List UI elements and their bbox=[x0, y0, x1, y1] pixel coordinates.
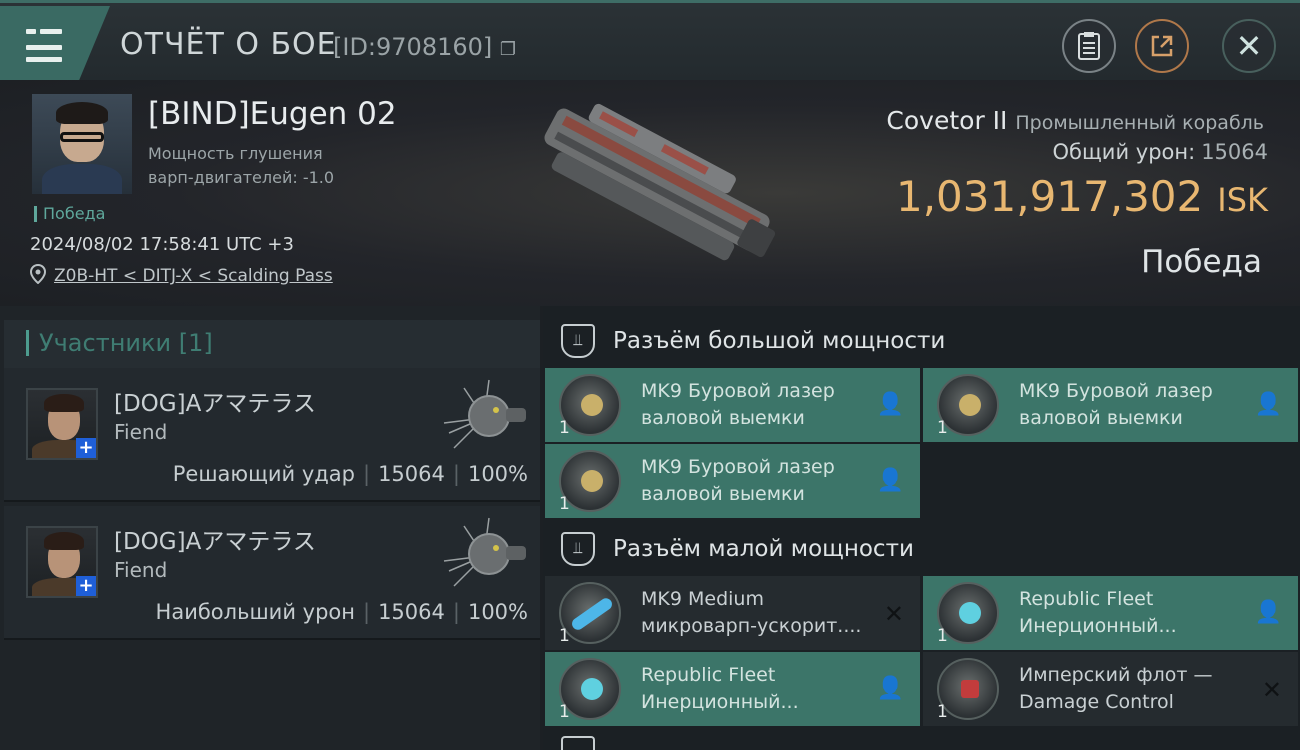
menu-button[interactable] bbox=[0, 6, 110, 80]
pilot-icon: 👤 bbox=[876, 676, 904, 701]
participants-header: Участники [1] bbox=[4, 320, 540, 370]
module-item[interactable]: 1 MK9 Буровой лазер валовой выемки 👤 bbox=[923, 368, 1298, 442]
participant-avatar[interactable]: + bbox=[26, 388, 98, 460]
participant-avatar[interactable]: + bbox=[26, 526, 98, 598]
module-item[interactable]: 1 Republic Fleet Инерционный... 👤 bbox=[545, 652, 920, 726]
module-item[interactable]: 1 MK9 Medium микроварп-ускорит.... ✕ bbox=[545, 576, 920, 650]
add-contact-icon[interactable]: + bbox=[76, 576, 96, 596]
participant-row[interactable]: + [DOG]Aアマテラス Fiend Наибольший урон | 1506… bbox=[4, 506, 540, 640]
participant-row[interactable]: + [DOG]Aアマテラス Fiend Решающий удар | 15064 |… bbox=[4, 368, 540, 502]
high-slot-icon: ⫫ bbox=[561, 324, 595, 358]
location-link[interactable]: Z0B-HT < DITJ-X < Scalding Pass bbox=[54, 266, 333, 286]
destroyed-icon: ✕ bbox=[883, 600, 904, 628]
add-contact-icon[interactable]: + bbox=[76, 438, 96, 458]
participant-name: [DOG]Aアマテラス bbox=[114, 391, 316, 417]
low-slot-header: ⫫ Разъём малой мощности bbox=[543, 520, 1300, 576]
pilot-icon: 👤 bbox=[1254, 392, 1282, 417]
participant-ship: Fiend bbox=[114, 558, 168, 582]
pilot-icon: 👤 bbox=[876, 468, 904, 493]
pilot-icon: 👤 bbox=[1254, 600, 1282, 625]
drone-ship-icon bbox=[443, 379, 526, 449]
module-item[interactable]: 1 Имперский флот — Damage Control ✕ bbox=[923, 652, 1298, 726]
low-slot-icon: ⫫ bbox=[561, 532, 595, 566]
ship-image bbox=[544, 103, 776, 261]
destroyed-icon: ✕ bbox=[1261, 676, 1282, 704]
top-bar: ОТЧЁТ О БОЕ [ID:9708160] ❐ ✕ bbox=[0, 0, 1300, 80]
page-title: ОТЧЁТ О БОЕ bbox=[120, 27, 337, 62]
module-item[interactable]: 1 Republic Fleet Инерционный... 👤 bbox=[923, 576, 1298, 650]
participant-ship: Fiend bbox=[114, 420, 168, 444]
victim-summary: [BIND]Eugen 02 Мощность глушения варп-дв… bbox=[0, 80, 1300, 306]
location-pin-icon bbox=[29, 263, 47, 285]
battle-timestamp: 2024/08/02 17:58:41 UTC +3 bbox=[30, 234, 294, 255]
clipboard-icon[interactable] bbox=[1062, 19, 1116, 73]
participant-stats: Наибольший урон | 15064 | 100% bbox=[155, 600, 528, 624]
pilot-icon: 👤 bbox=[876, 392, 904, 417]
battle-outcome: Победа bbox=[1141, 244, 1262, 280]
victim-portrait[interactable] bbox=[32, 94, 132, 194]
drone-ship-icon bbox=[443, 517, 526, 587]
isk-value: 1,031,917,302 ISK bbox=[895, 172, 1268, 221]
menu-icon bbox=[26, 26, 62, 62]
battle-report-screen: ОТЧЁТ О БОЕ [ID:9708160] ❐ ✕ [BIND]Eugen… bbox=[0, 0, 1300, 750]
report-id[interactable]: [ID:9708160] ❐ bbox=[333, 33, 516, 61]
module-item[interactable]: 1 MK9 Буровой лазер валовой выемки 👤 bbox=[545, 444, 920, 518]
warp-scramble-stat: Мощность глушения варп-двигателей: -1.0 bbox=[148, 144, 335, 187]
ship-title[interactable]: Covetor II Промышленный корабль bbox=[886, 106, 1264, 135]
result-tag: Победа bbox=[34, 206, 105, 222]
next-slot-icon bbox=[561, 736, 595, 750]
module-item[interactable]: 1 MK9 Буровой лазер валовой выемки 👤 bbox=[545, 368, 920, 442]
total-damage: Общий урон: 15064 bbox=[1052, 140, 1268, 164]
close-icon[interactable]: ✕ bbox=[1222, 19, 1276, 73]
victim-name[interactable]: [BIND]Eugen 02 bbox=[148, 96, 397, 132]
copy-icon[interactable]: ❐ bbox=[500, 39, 516, 60]
participant-name: [DOG]Aアマテラス bbox=[114, 529, 316, 555]
high-slot-header: ⫫ Разъём большой мощности bbox=[543, 312, 1300, 368]
fitting-panel: ⫫ Разъём большой мощности 1 MK9 Буровой … bbox=[543, 306, 1300, 750]
export-icon[interactable] bbox=[1135, 19, 1189, 73]
participants-panel: Участники [1] + [DOG]Aアマテラス Fiend Решающ… bbox=[0, 306, 540, 750]
participant-stats: Решающий удар | 15064 | 100% bbox=[172, 462, 528, 486]
